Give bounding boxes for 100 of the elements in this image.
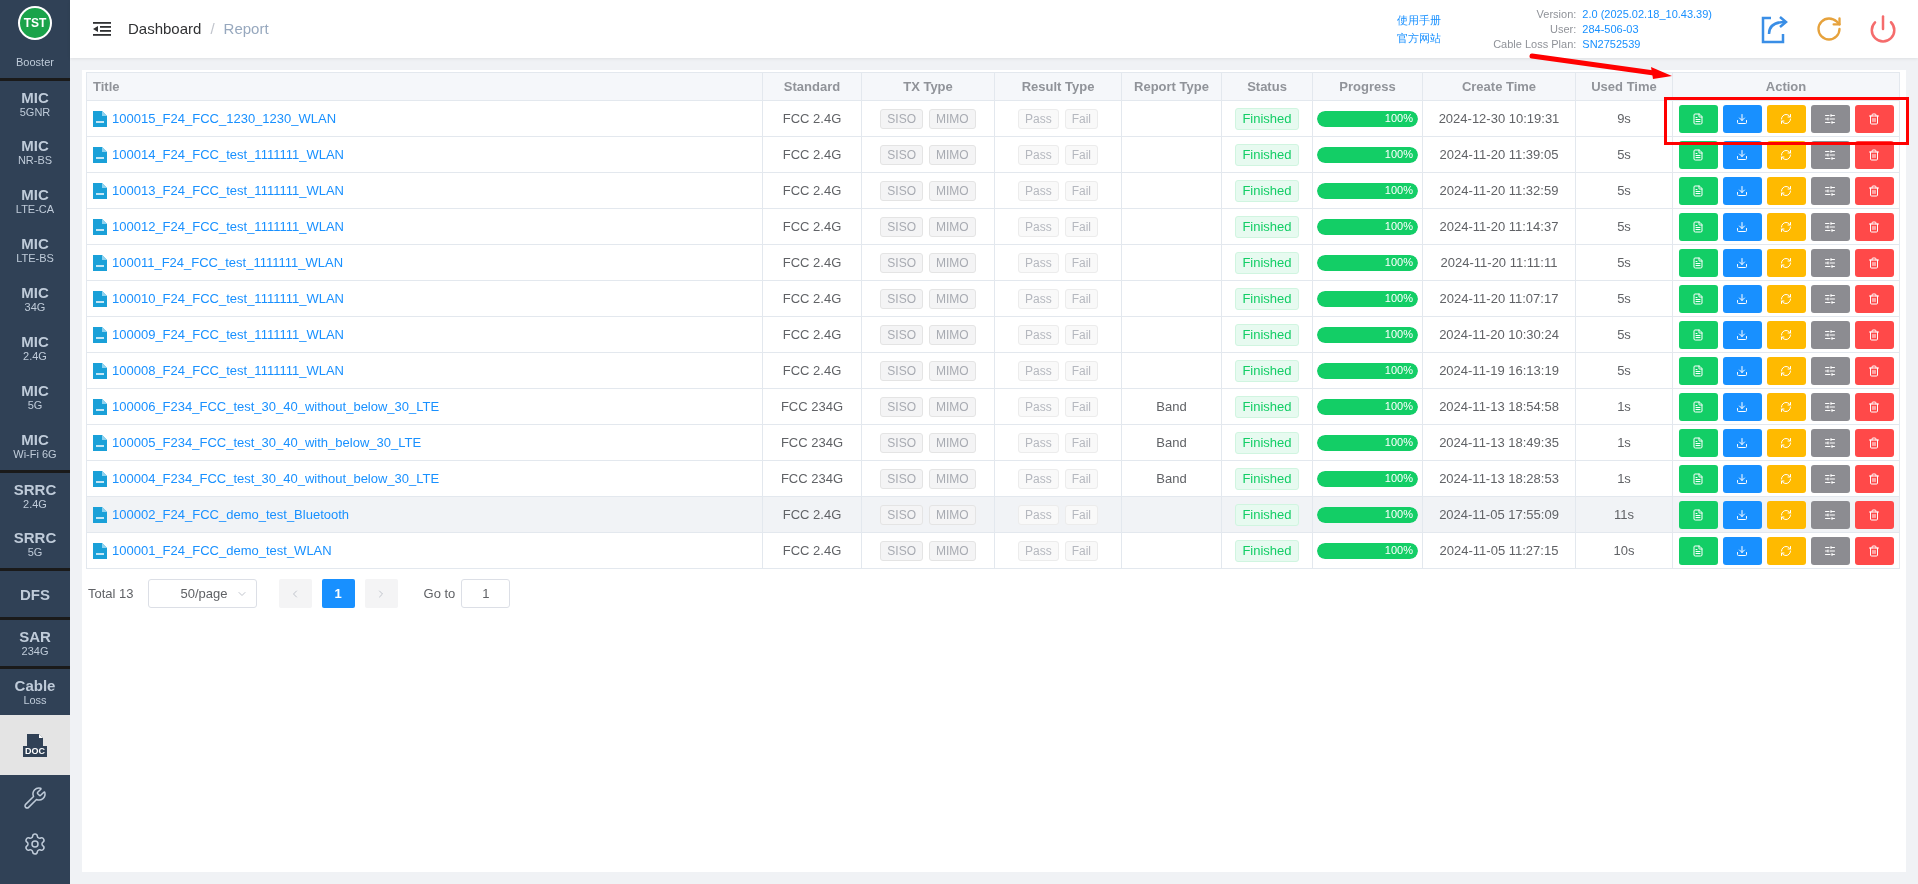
view-button[interactable] [1678,536,1718,565]
view-button[interactable] [1678,104,1718,133]
header-link[interactable]: 使用手册 [1397,13,1442,27]
download-button[interactable] [1722,392,1762,421]
delete-button[interactable] [1854,320,1894,349]
refresh-button[interactable] [1766,176,1806,205]
table-cell: FCC 2.4G [762,244,862,281]
settings-button[interactable] [1810,536,1850,565]
refresh-button[interactable] [1766,284,1806,313]
delete-button[interactable] [1854,428,1894,457]
download-button[interactable] [1722,104,1762,133]
download-button[interactable] [1722,284,1762,313]
download-button[interactable] [1722,428,1762,457]
download-button[interactable] [1722,500,1762,529]
report-link[interactable]: 100009_F24_FCC_test_1111111_WLAN [112,324,344,345]
table-row[interactable]: 100006_F234_FCC_test_30_40_without_below_30_LTE FCC 234G SISO MIMO Pass Fail Band Finished 100% 2024-11-13 18:54:58 1s [86,388,1900,425]
table-row[interactable]: 100010_F24_FCC_test_1111111_WLAN FCC 2.4G SISO MIMO Pass Fail Finished 100% 2024-11-20 11:07:17 5s [86,280,1900,317]
view-button[interactable] [1678,176,1718,205]
settings-button[interactable] [1810,284,1850,313]
report-link[interactable]: 100008_F24_FCC_test_1111111_WLAN [112,360,344,381]
refresh-button[interactable] [1766,248,1806,277]
download-button[interactable] [1722,320,1762,349]
table-row[interactable]: 100013_F24_FCC_test_1111111_WLAN FCC 2.4G SISO MIMO Pass Fail Finished 100% 2024-11-20 11:32:59 5s [86,172,1900,209]
table-row[interactable]: 100002_F24_FCC_demo_test_Bluetooth FCC 2.4G SISO MIMO Pass Fail Finished 100% 2024-11-05 17:55:09 11s [86,496,1900,533]
breadcrumb-item[interactable]: Dashboard [128,17,202,41]
view-button[interactable] [1678,284,1718,313]
delete-button[interactable] [1854,212,1894,241]
report-link[interactable]: 100010_F24_FCC_test_1111111_WLAN [112,288,344,309]
sidebar-item[interactable]: DOC [0,715,70,775]
table-cell: FCC 2.4G [762,316,862,353]
view-button[interactable] [1678,320,1718,349]
refresh-button[interactable] [1766,392,1806,421]
table-row[interactable]: 100012_F24_FCC_test_1111111_WLAN FCC 2.4G SISO MIMO Pass Fail Finished 100% 2024-11-20 11:14:37 5s [86,208,1900,245]
settings-button[interactable] [1810,428,1850,457]
settings-button[interactable] [1810,212,1850,241]
delete-button[interactable] [1854,176,1894,205]
table-row[interactable]: 100005_F234_FCC_test_30_40_with_below_30_LTE FCC 234G SISO MIMO Pass Fail Band Finished 100% 2024-11-13 18:49:35 1s [86,424,1900,461]
view-button[interactable] [1678,392,1718,421]
settings-button[interactable] [1810,500,1850,529]
report-link[interactable]: 100012_F24_FCC_test_1111111_WLAN [112,216,344,237]
settings-button[interactable] [1810,248,1850,277]
settings-button[interactable] [1810,320,1850,349]
menu-item-subtitle: 234G [21,645,49,658]
delete-button[interactable] [1854,356,1894,385]
refresh-button[interactable] [1766,320,1806,349]
report-link[interactable]: 100014_F24_FCC_test_1111111_WLAN [112,144,344,165]
table-cell: 2024-11-19 16:13:19 [1422,352,1576,389]
report-link[interactable]: 100015_F24_FCC_1230_1230_WLAN [112,108,337,129]
download-button[interactable] [1722,248,1762,277]
view-button[interactable] [1678,356,1718,385]
result-type-tag: Pass [1018,144,1059,165]
result-type-tag: Pass [1018,468,1059,489]
progress-text: 100% [1384,111,1413,127]
report-link[interactable]: 100001_F24_FCC_demo_test_WLAN [112,540,332,561]
table-row[interactable]: 100008_F24_FCC_test_1111111_WLAN FCC 2.4G SISO MIMO Pass Fail Finished 100% 2024-11-19 16:13:19 5s [86,352,1900,389]
table-row[interactable]: 100001_F24_FCC_demo_test_WLAN FCC 2.4G SISO MIMO Pass Fail Finished 100% 2024-11-05 11:27:15 10s [86,532,1900,569]
view-button[interactable] [1678,500,1718,529]
refresh-button[interactable] [1766,536,1806,565]
download-button[interactable] [1722,356,1762,385]
table-cell: 5s [1575,316,1673,353]
report-link[interactable]: 100011_F24_FCC_test_1111111_WLAN [112,252,344,273]
status-tag: Finished [1235,467,1299,490]
sliders-icon [1824,112,1836,125]
view-button[interactable] [1678,248,1718,277]
refresh-button[interactable] [1766,212,1806,241]
delete-button[interactable] [1854,536,1894,565]
table-row[interactable]: 100014_F24_FCC_test_1111111_WLAN FCC 2.4G SISO MIMO Pass Fail Finished 100% 2024-11-20 11:39:05 5s [86,136,1900,173]
delete-button[interactable] [1854,248,1894,277]
download-button[interactable] [1722,464,1762,493]
download-button[interactable] [1722,176,1762,205]
delete-button[interactable] [1854,500,1894,529]
refresh-button[interactable] [1766,464,1806,493]
settings-button[interactable] [1810,176,1850,205]
refresh-button[interactable] [1766,428,1806,457]
refresh-button[interactable] [1766,356,1806,385]
header-link[interactable]: 官方网站 [1397,31,1442,45]
table-cell: FCC 2.4G [762,100,862,137]
delete-button[interactable] [1854,284,1894,313]
report-link[interactable]: 100013_F24_FCC_test_1111111_WLAN [112,180,344,201]
settings-button[interactable] [1810,464,1850,493]
tx-type-tag: MIMO [929,468,976,489]
view-button[interactable] [1678,428,1718,457]
download-button[interactable] [1722,212,1762,241]
goto-page-field[interactable]: 1 [461,579,511,608]
delete-button[interactable] [1854,464,1894,493]
menu-item-subtitle: Wi-Fi 6G [13,447,57,461]
table-row[interactable]: 100004_F234_FCC_test_30_40_without_below_30_LTE FCC 234G SISO MIMO Pass Fail Band Finished 100% 2024-11-13 18:28:53 1s [86,460,1900,497]
settings-button[interactable] [1810,104,1850,133]
refresh-button[interactable] [1766,104,1806,133]
download-button[interactable] [1722,536,1762,565]
table-row[interactable]: 100011_F24_FCC_test_1111111_WLAN FCC 2.4G SISO MIMO Pass Fail Finished 100% 2024-11-20 11:11:11 5s [86,244,1900,281]
settings-button[interactable] [1810,356,1850,385]
settings-button[interactable] [1810,392,1850,421]
table-row[interactable]: 100015_F24_FCC_1230_1230_WLAN FCC 2.4G SISO MIMO Pass Fail Finished 100% 2024-12-30 10:19:31 9s [86,100,1900,137]
view-button[interactable] [1678,464,1718,493]
table-row[interactable]: 100009_F24_FCC_test_1111111_WLAN FCC 2.4G SISO MIMO Pass Fail Finished 100% 2024-11-20 10:30:24 5s [86,316,1900,353]
view-button[interactable] [1678,212,1718,241]
delete-button[interactable] [1854,104,1894,133]
page-size-select[interactable]: 50/page [147,579,257,608]
delete-button[interactable] [1854,392,1894,421]
